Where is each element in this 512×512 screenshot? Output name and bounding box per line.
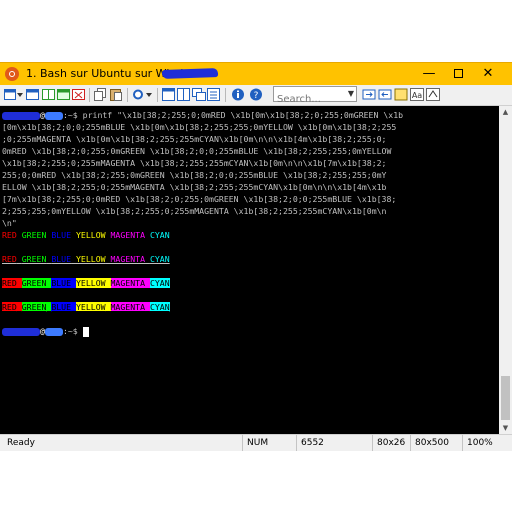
- app-window: 1. Bash sur Ubuntu sur Windows - — ✕ ? ▼: [0, 62, 512, 451]
- tile-vertical-icon[interactable]: [177, 88, 191, 101]
- command-line-10: \n": [2, 218, 17, 228]
- word-magenta: MAGENTA: [110, 230, 146, 240]
- dropdown-arrow-icon[interactable]: [17, 88, 23, 101]
- new-console-icon[interactable]: [4, 88, 18, 101]
- status-bar: Ready NUM 6552 80x26 80x500 100%: [0, 434, 512, 451]
- command-line-8: [7m\x1b[38;2;255;0;0mRED \x1b[38;2;0;255…: [2, 194, 397, 204]
- toolbar: ? ▼ Aa: [0, 85, 512, 106]
- settings-icon[interactable]: [132, 88, 152, 101]
- close-button[interactable]: ✕: [473, 63, 503, 85]
- command-line-5: \x1b[38;2;255;0;255mMAGENTA \x1b[38;2;25…: [2, 158, 387, 168]
- command-line-3: ;0;255mMAGENTA \x1b[0m\x1b[38;2;255;255m…: [2, 134, 387, 144]
- redacted-user: [2, 111, 40, 120]
- vertical-scrollbar[interactable]: ▲ ▼: [499, 106, 512, 434]
- command-line-1: @:~$ printf "\x1b[38;2;255;0;0mRED \x1b[…: [2, 109, 403, 121]
- svg-text:Aa: Aa: [412, 91, 422, 100]
- word-yellow: YELLOW: [75, 230, 106, 240]
- status-ready: Ready: [7, 438, 35, 448]
- word-green: GREEN: [21, 230, 47, 240]
- scroll-up-icon[interactable]: ▲: [499, 106, 512, 118]
- match-case-icon[interactable]: Aa: [410, 88, 424, 101]
- redacted-host: [44, 327, 63, 336]
- word-cyan: CYAN: [149, 230, 170, 240]
- text-cursor: [82, 326, 89, 337]
- match-word-icon[interactable]: [426, 88, 440, 101]
- scroll-thumb[interactable]: [501, 376, 510, 420]
- maximize-button[interactable]: [443, 63, 473, 85]
- terminal-output[interactable]: @:~$ printf "\x1b[38;2;255;0;0mRED \x1b[…: [0, 106, 499, 434]
- status-buffer: 6552: [296, 435, 372, 451]
- word-blue: BLUE: [51, 230, 72, 240]
- find-next-icon[interactable]: [378, 88, 392, 101]
- copy-icon[interactable]: [94, 88, 108, 101]
- help-icon[interactable]: ?: [249, 88, 263, 101]
- search-dropdown-icon[interactable]: ▼: [348, 87, 354, 101]
- word-red: RED: [2, 230, 17, 240]
- current-prompt: @:~$: [2, 325, 89, 337]
- console-icon[interactable]: [26, 88, 40, 101]
- search-input[interactable]: [274, 93, 341, 106]
- window-list-icon[interactable]: [207, 88, 221, 101]
- status-zoom: 100%: [462, 435, 512, 451]
- title-bar[interactable]: 1. Bash sur Ubuntu sur Windows - — ✕: [0, 63, 512, 85]
- search-box[interactable]: ▼: [273, 86, 357, 106]
- output-underlined: RED GREEN BLUE YELLOW MAGENTA CYAN: [2, 254, 170, 264]
- command-line-2: [0m\x1b[38;2;0;0;255mBLUE \x1b[0m\x1b[38…: [2, 122, 397, 132]
- minimize-button[interactable]: —: [414, 63, 444, 85]
- green-console-icon[interactable]: [57, 88, 71, 101]
- split-console-icon[interactable]: [42, 88, 56, 101]
- close-console-icon[interactable]: [72, 88, 86, 101]
- tile-horizontal-icon[interactable]: [162, 88, 176, 101]
- paste-icon[interactable]: [109, 88, 123, 101]
- status-num-lock: NUM: [242, 435, 296, 451]
- redacted-host: [44, 111, 63, 120]
- output-underlined-reversed: RED GREEN BLUE YELLOW MAGENTA CYAN: [2, 302, 170, 312]
- redacted-user: [2, 327, 40, 336]
- svg-text:?: ?: [254, 91, 259, 101]
- command-line-9: 2;255;255;0mYELLOW \x1b[38;2;255;0;255mM…: [2, 206, 387, 216]
- output-reversed: RED GREEN BLUE YELLOW MAGENTA CYAN: [2, 278, 170, 288]
- find-icon[interactable]: [362, 88, 376, 101]
- scroll-down-icon[interactable]: ▼: [499, 422, 512, 434]
- command-line-4: 0mRED \x1b[38;2;0;255;0mGREEN \x1b[38;2;…: [2, 146, 392, 156]
- highlight-icon[interactable]: [394, 88, 408, 101]
- ubuntu-icon[interactable]: [5, 67, 19, 81]
- output-plain: RED GREEN BLUE YELLOW MAGENTA CYAN: [2, 229, 170, 241]
- info-icon[interactable]: [231, 88, 245, 101]
- command-line-7: ELLOW \x1b[38;2;255;0;255mMAGENTA \x1b[3…: [2, 182, 387, 192]
- maximize-icon: [453, 69, 463, 78]
- command-line-6: 255;0;0mRED \x1b[38;2;255;0mGREEN \x1b[3…: [2, 170, 387, 180]
- status-window-size: 80x26: [372, 435, 410, 451]
- cascade-icon[interactable]: [192, 88, 206, 101]
- status-buffer-size: 80x500: [410, 435, 462, 451]
